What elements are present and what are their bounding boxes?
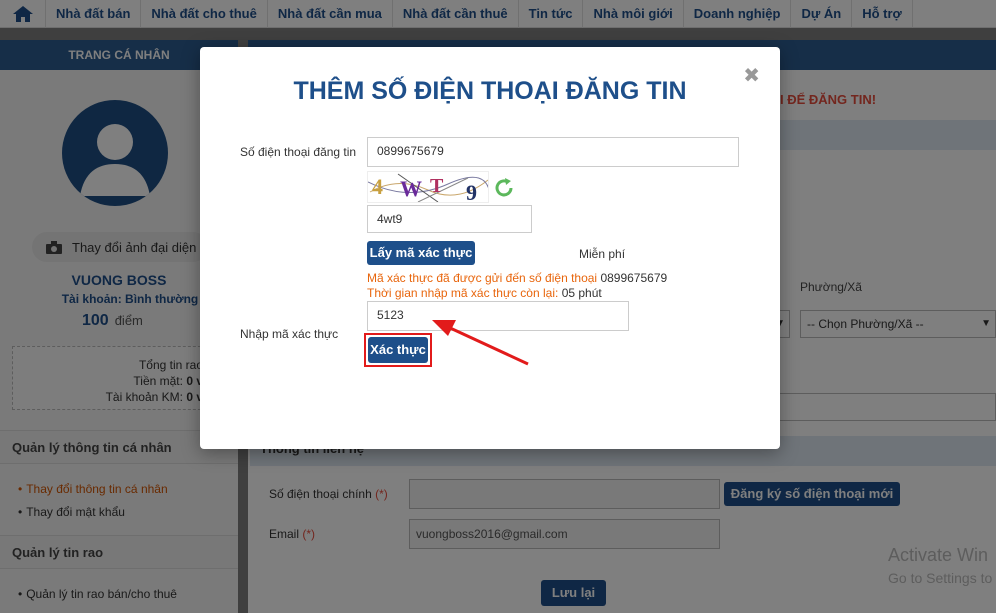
phone-label: Số điện thoại đăng tin bbox=[240, 145, 357, 159]
captcha-image: 4 W T 9 bbox=[367, 171, 489, 203]
verify-button[interactable]: Xác thực bbox=[368, 337, 428, 363]
add-phone-modal: ✖ THÊM SỐ ĐIỆN THOẠI ĐĂNG TIN Số điện th… bbox=[200, 47, 780, 449]
captcha-char-2: W bbox=[400, 176, 422, 201]
code-sent-phone: 0899675679 bbox=[600, 271, 668, 285]
captcha-input[interactable]: 4wt9 bbox=[367, 205, 532, 233]
refresh-captcha-button[interactable] bbox=[493, 177, 515, 202]
code-input[interactable]: 5123 bbox=[367, 301, 629, 331]
phone-input[interactable]: 0899675679 bbox=[367, 137, 739, 167]
captcha-char-1: 4 bbox=[372, 174, 383, 199]
free-label: Miễn phí bbox=[579, 247, 626, 261]
time-remaining-value: 05 phút bbox=[561, 286, 602, 300]
code-sent-notice: Mã xác thực đã được gửi đến số điện thoạ… bbox=[367, 271, 667, 285]
time-remaining-text: Thời gian nhập mã xác thực còn lại: bbox=[367, 286, 559, 300]
refresh-icon bbox=[495, 178, 513, 197]
code-sent-text: Mã xác thực đã được gửi đến số điện thoạ… bbox=[367, 271, 598, 285]
verify-highlight: Xác thực bbox=[364, 333, 432, 367]
captcha-drawing: 4 W T 9 bbox=[368, 173, 488, 203]
get-code-button[interactable]: Lấy mã xác thực bbox=[367, 241, 475, 265]
captcha-char-4: 9 bbox=[466, 180, 477, 203]
time-remaining-notice: Thời gian nhập mã xác thực còn lại: 05 p… bbox=[367, 286, 602, 300]
code-label: Nhập mã xác thực bbox=[240, 327, 339, 341]
captcha-char-3: T bbox=[430, 175, 444, 197]
modal-title: THÊM SỐ ĐIỆN THOẠI ĐĂNG TIN bbox=[293, 77, 687, 105]
